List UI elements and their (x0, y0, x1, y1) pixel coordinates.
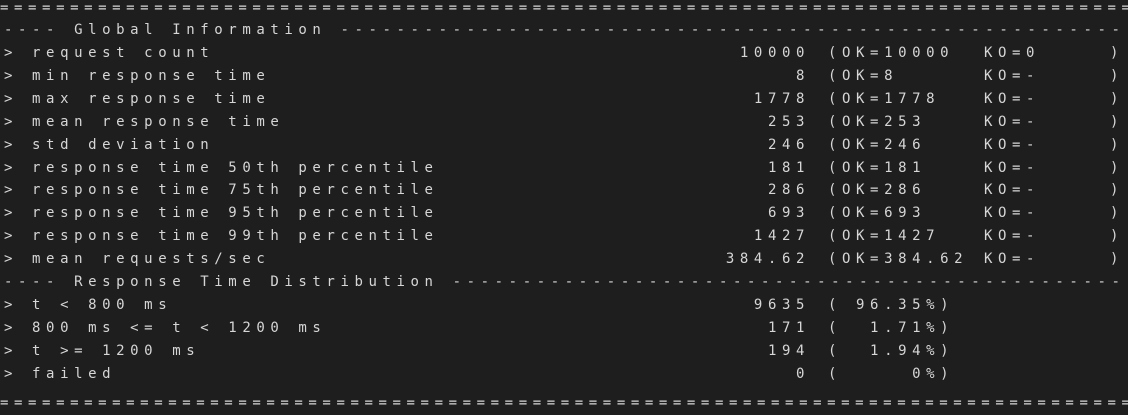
stat-ko-count: KO=- (984, 136, 1041, 153)
stat-ko-count: KO=- (984, 251, 1041, 268)
stat-close-paren: ) (1110, 205, 1125, 222)
stat-close-paren: ) (1110, 136, 1125, 153)
distribution-percent: ( 0%) (828, 365, 955, 382)
stat-ok-count: (OK=384.62 (828, 251, 969, 268)
distribution-count: 9635 (753, 296, 810, 313)
distribution-percent: ( 96.35%) (828, 296, 955, 313)
distribution-label: > t < 800 ms (4, 296, 173, 313)
stat-value: 246 (767, 136, 810, 153)
terminal-output: ========================================… (0, 0, 1128, 411)
stat-ok-count: (OK=181 (828, 159, 927, 176)
stat-row-mean-requests-sec: > mean requests/sec 384.62 (OK=384.62 KO=-) (0, 248, 1128, 271)
stat-label: > mean response time (4, 113, 285, 130)
stat-row-response-time-75th-percentile: > response time 75th percentile 286 (OK=28… (0, 179, 1128, 202)
stat-value: 10000 (739, 45, 810, 61)
bottom-separator: ========================================… (0, 395, 1128, 411)
stat-ko-count: KO=- (984, 182, 1041, 199)
stat-close-paren: ) (1110, 67, 1125, 84)
stat-ko-count: KO=- (984, 67, 1041, 84)
stat-close-paren: ) (1110, 182, 1125, 199)
stat-label: > response time 99th percentile (4, 228, 439, 245)
stat-label: > response time 75th percentile (4, 182, 439, 199)
distribution-row-800-ms-t-1200-ms: > 800 ms <= t < 1200 ms 171 ( 1.71%) (0, 317, 1128, 340)
distribution-count: 0 (795, 365, 810, 382)
stat-close-paren: ) (1110, 159, 1125, 176)
stat-label: > mean requests/sec (4, 251, 271, 268)
stat-close-paren: ) (1110, 228, 1125, 245)
stat-value: 286 (767, 182, 810, 199)
stat-ko-count: KO=- (984, 113, 1041, 130)
distribution-percent: ( 1.71%) (828, 319, 955, 336)
stat-row-std-deviation: > std deviation 246 (OK=246 KO=-) (0, 134, 1128, 157)
global-information-header: ---- Global Information ----------------… (4, 22, 1126, 38)
stat-label: > max response time (4, 90, 271, 107)
stat-ok-count: (OK=1778 (828, 90, 941, 107)
stat-value: 181 (767, 159, 810, 176)
stat-ok-count: (OK=8 (828, 67, 899, 84)
stat-value: 1778 (753, 90, 810, 107)
distribution-row-failed: > failed 0 ( 0%) (0, 363, 1128, 386)
stat-row-response-time-99th-percentile: > response time 99th percentile 1427 (OK=1… (0, 225, 1128, 248)
stat-label: > std deviation (4, 136, 215, 153)
stat-close-paren: ) (1110, 251, 1125, 268)
distribution-label: > failed (4, 365, 117, 382)
stat-value: 384.62 (725, 251, 810, 268)
stat-label: > min response time (4, 67, 271, 84)
stat-value: 693 (767, 205, 810, 222)
top-separator: ========================================… (0, 0, 1128, 16)
stat-close-paren: ) (1110, 90, 1125, 107)
stat-ko-count: KO=- (984, 159, 1041, 176)
stat-label: > response time 50th percentile (4, 159, 439, 176)
distribution-percent: ( 1.94%) (828, 342, 955, 359)
distribution-count: 194 (767, 342, 810, 359)
distribution-label: > 800 ms <= t < 1200 ms (4, 319, 327, 336)
distribution-row-t-1200-ms: > t >= 1200 ms 194 ( 1.94%) (0, 340, 1128, 363)
stat-ko-count: KO=0 (984, 45, 1041, 61)
distribution-label: > t >= 1200 ms (4, 342, 201, 359)
stat-row-response-time-95th-percentile: > response time 95th percentile 693 (OK=69… (0, 202, 1128, 225)
stat-ok-count: (OK=693 (828, 205, 927, 222)
stat-ko-count: KO=- (984, 205, 1041, 222)
response-time-distribution-header: ---- Response Time Distribution --------… (4, 274, 1126, 290)
stat-row-mean-response-time: > mean response time 253 (OK=253 KO=-) (0, 111, 1128, 134)
stat-value: 8 (795, 67, 810, 84)
stat-close-paren: ) (1110, 113, 1125, 130)
stat-label: > response time 95th percentile (4, 205, 439, 222)
stat-ok-count: (OK=253 (828, 113, 927, 130)
stat-close-paren: ) (1110, 45, 1125, 61)
stat-value: 253 (767, 113, 810, 130)
distribution-count: 171 (767, 319, 810, 336)
stat-row-response-time-50th-percentile: > response time 50th percentile 181 (OK=18… (0, 157, 1128, 180)
stat-ok-count: (OK=1427 (828, 228, 941, 245)
distribution-row-t-800-ms: > t < 800 ms 9635 ( 96.35%) (0, 294, 1128, 317)
stat-ko-count: KO=- (984, 90, 1041, 107)
stat-ok-count: (OK=246 (828, 136, 927, 153)
stat-ok-count: (OK=286 (828, 182, 927, 199)
stat-label: > request count (4, 45, 215, 61)
stat-ko-count: KO=- (984, 228, 1041, 245)
stat-row-max-response-time: > max response time 1778 (OK=1778 KO=-) (0, 88, 1128, 111)
stat-row-request-count: > request count 10000 (OK=10000 KO=0) (0, 42, 1128, 65)
stat-value: 1427 (753, 228, 810, 245)
stat-row-min-response-time: > min response time 8 (OK=8 KO=-) (0, 65, 1128, 88)
stat-ok-count: (OK=10000 (828, 45, 955, 61)
